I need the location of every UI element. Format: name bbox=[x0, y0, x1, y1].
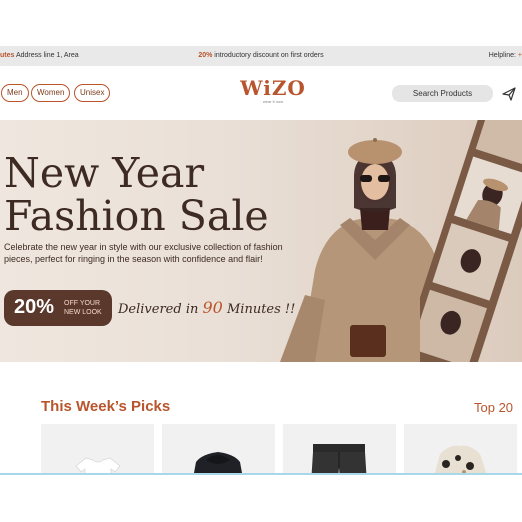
announcement-bar: utes Address line 1, Area 20% introducto… bbox=[0, 46, 522, 66]
blank-area bbox=[0, 475, 522, 522]
promo-text: OFF YOUR NEW LOOK bbox=[64, 300, 102, 316]
promo-badge: 20% OFF YOUR NEW LOOK bbox=[4, 290, 112, 326]
nav-unisex-button[interactable]: Unisex bbox=[74, 84, 111, 102]
section-title: This Week’s Picks bbox=[41, 398, 171, 415]
hero-title: New Year Fashion Sale bbox=[4, 149, 269, 240]
promo-percent: 20% bbox=[14, 296, 55, 318]
photo-filmstrip bbox=[420, 120, 522, 362]
announcement-helpline: Helpline: + bbox=[488, 52, 522, 59]
nav-men-button[interactable]: Men bbox=[1, 84, 29, 102]
search-products-button[interactable]: Search Products bbox=[392, 85, 493, 102]
send-icon[interactable] bbox=[501, 86, 517, 102]
nav-women-button[interactable]: Women bbox=[31, 84, 71, 102]
site-header: Men Women Unisex WiZO wear it now Search… bbox=[0, 66, 522, 120]
top-20-link[interactable]: Top 20 bbox=[474, 400, 513, 415]
hero-description: Celebrate the new year in style with our… bbox=[4, 242, 283, 264]
page: utes Address line 1, Area 20% introducto… bbox=[0, 0, 522, 522]
hero-banner[interactable]: New Year Fashion Sale Celebrate the new … bbox=[0, 120, 522, 362]
delivery-tagline: Delivered in 90 Minutes !! bbox=[118, 298, 296, 317]
wizo-logo[interactable]: WiZO wear it now bbox=[238, 76, 308, 104]
announcement-discount: 20% introductory discount on first order… bbox=[198, 52, 324, 59]
logo-mark: WiZO bbox=[240, 76, 306, 100]
